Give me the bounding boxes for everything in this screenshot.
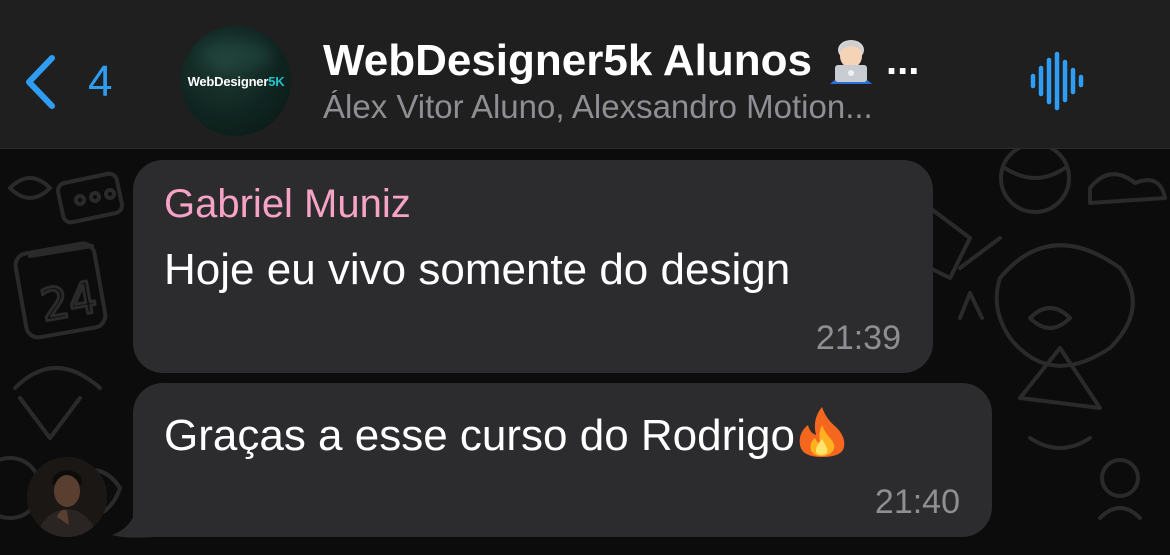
- group-members: Álex Vitor Aluno, Alexsandro Motion...: [323, 90, 873, 123]
- back-button[interactable]: 4: [22, 44, 112, 120]
- group-title: WebDesigner5k Alunos: [323, 36, 813, 85]
- unread-count: 4: [88, 57, 113, 106]
- chat-screen: 24 4 WebDesigner5K WebDesigner5k Alunos …: [0, 0, 1170, 555]
- message-bubble[interactable]: Graças a esse curso do Rodrigo 21:40: [133, 383, 992, 537]
- person-photo: [27, 457, 107, 537]
- group-title-row[interactable]: WebDesigner5k Alunos ...: [323, 36, 983, 86]
- message-text-row: Graças a esse curso do Rodrigo: [164, 407, 847, 460]
- avatar-logo-accent: 5K: [268, 73, 285, 89]
- voice-chat-icon: [1030, 51, 1084, 111]
- chevron-left-icon: [26, 55, 55, 109]
- message-bubble[interactable]: Gabriel Muniz Hoje eu vivo somente do de…: [133, 160, 933, 373]
- title-ellipsis: ...: [886, 39, 920, 83]
- sender-name[interactable]: Gabriel Muniz: [164, 184, 411, 224]
- message-time: 21:40: [874, 483, 960, 521]
- svg-text:24: 24: [37, 272, 101, 332]
- message-text: Graças a esse curso do Rodrigo: [164, 411, 795, 460]
- sender-avatar[interactable]: [27, 457, 107, 537]
- message-text: Hoje eu vivo somente do design: [164, 245, 791, 294]
- avatar-logo-main: WebDesigner: [187, 73, 269, 89]
- technologist-emoji: [830, 40, 873, 84]
- avatar-glow: [199, 40, 273, 70]
- avatar-logo: WebDesigner5K: [188, 74, 285, 89]
- voice-chat-button[interactable]: [1026, 50, 1088, 112]
- group-avatar[interactable]: WebDesigner5K: [181, 26, 291, 136]
- fire-emoji: [799, 407, 845, 457]
- message-time: 21:39: [815, 319, 901, 357]
- chat-header: 4 WebDesigner5K WebDesigner5k Alunos ...…: [0, 0, 1170, 149]
